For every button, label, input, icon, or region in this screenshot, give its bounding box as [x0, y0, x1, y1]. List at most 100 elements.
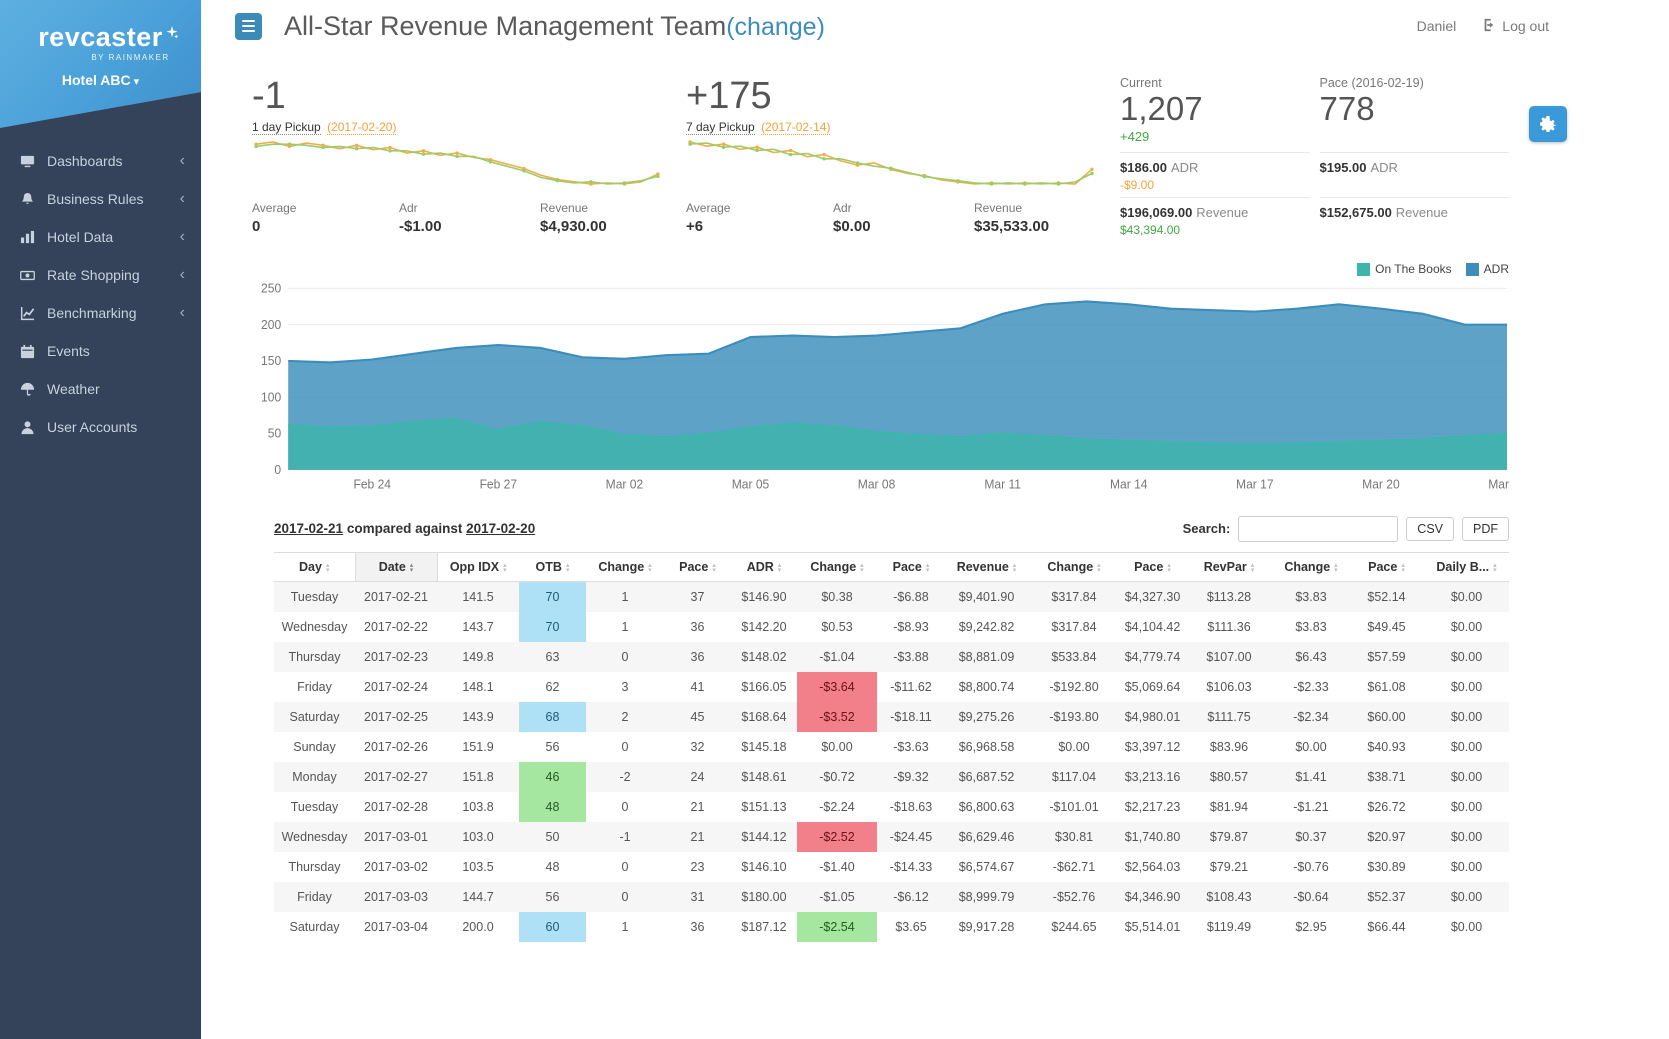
cell-daily_b: $0.00 [1424, 882, 1509, 912]
cell-change_adr: -$1.05 [797, 882, 877, 912]
cell-change_otb: 1 [586, 912, 664, 942]
column-header-pace[interactable]: Pace▴▾ [877, 553, 945, 582]
logout-button[interactable]: Log out [1482, 18, 1549, 35]
pdf-export-button[interactable]: PDF [1462, 517, 1509, 541]
cell-revenue: $8,800.74 [945, 672, 1028, 702]
column-header-change[interactable]: Change▴▾ [1273, 553, 1349, 582]
cell-day: Thursday [274, 642, 355, 672]
cell-date: 2017-02-27 [355, 762, 437, 792]
topbar: All-Star Revenue Management Team(change)… [201, 0, 1669, 52]
legend-adr[interactable]: ADR [1466, 262, 1509, 276]
sort-icon: ▴▾ [1493, 563, 1497, 573]
column-header-date[interactable]: Date▴▾ [355, 553, 437, 582]
hamburger-menu-button[interactable] [235, 13, 262, 40]
logo-block: revcaster by RAINMAKER Hotel ABC▾ [0, 0, 201, 128]
csv-export-button[interactable]: CSV [1406, 517, 1454, 541]
metric-revenue: Revenue $35,533.00 [974, 201, 1049, 235]
cell-pace_otb: 32 [664, 732, 731, 762]
cell-change_rev: -$101.01 [1028, 792, 1120, 822]
cell-pace_adr: -$9.32 [877, 762, 945, 792]
hotel-selector[interactable]: Hotel ABC▾ [0, 72, 201, 88]
column-header-revenue[interactable]: Revenue▴▾ [945, 553, 1028, 582]
search-input[interactable] [1238, 516, 1398, 542]
cell-revpar: $111.36 [1185, 612, 1273, 642]
one-day-pickup-sparkline [252, 138, 662, 188]
compare-date-1[interactable]: 2017-02-21 [274, 521, 343, 536]
cell-revenue: $9,275.26 [945, 702, 1028, 732]
column-header-change[interactable]: Change▴▾ [1028, 553, 1120, 582]
cell-daily_b: $0.00 [1424, 822, 1509, 852]
user-menu[interactable]: Daniel [1417, 18, 1457, 34]
cell-change_adr: -$1.40 [797, 852, 877, 882]
one-day-pickup-label[interactable]: 1 day Pickup [252, 120, 321, 135]
cell-adr: $145.18 [731, 732, 797, 762]
caret-down-icon: ▾ [134, 76, 140, 88]
seven-day-pickup-label[interactable]: 7 day Pickup [686, 120, 755, 135]
column-header-otb[interactable]: OTB▴▾ [519, 553, 586, 582]
sidebar-item-rate-shopping[interactable]: Rate Shopping‹ [0, 256, 201, 294]
change-team-link[interactable]: (change) [726, 13, 825, 41]
cell-date: 2017-02-22 [355, 612, 437, 642]
cell-otb: 56 [519, 732, 586, 762]
seven-day-pickup-date[interactable]: (2017-02-14) [761, 120, 830, 135]
cell-pace_otb: 21 [664, 822, 731, 852]
column-header-revpar[interactable]: RevPar▴▾ [1185, 553, 1273, 582]
cell-change_revpar: -$2.33 [1273, 672, 1349, 702]
svg-text:Feb 24: Feb 24 [353, 477, 391, 491]
column-header-daily-b[interactable]: Daily B...▴▾ [1424, 553, 1509, 582]
cell-pace_revpar: $52.14 [1349, 582, 1424, 613]
sidebar-item-weather[interactable]: Weather [0, 370, 201, 408]
column-header-adr[interactable]: ADR▴▾ [731, 553, 797, 582]
table-row: Thursday2017-02-23149.863036$148.02-$1.0… [274, 642, 1509, 672]
cell-pace_adr: -$18.11 [877, 702, 945, 732]
otb-adr-area-chart[interactable]: 050100150200250Feb 24Feb 27Mar 02Mar 05M… [252, 280, 1509, 495]
sidebar-item-hotel-data[interactable]: Hotel Data‹ [0, 218, 201, 256]
cell-otb: 46 [519, 762, 586, 792]
sidebar-item-benchmarking[interactable]: Benchmarking‹ [0, 294, 201, 332]
settings-gear-button[interactable] [1529, 106, 1567, 142]
cell-change_revpar: -$0.76 [1273, 852, 1349, 882]
cell-pace_rev: $5,514.01 [1120, 912, 1185, 942]
table-row: Saturday2017-03-04200.060136$187.12-$2.5… [274, 912, 1509, 942]
comparison-table-section: 2017-02-21 compared against 2017-02-20 S… [252, 521, 1509, 942]
svg-text:Mar 02: Mar 02 [606, 477, 644, 491]
stats-row: -1 1 day Pickup (2017-02-20) Average 0 A… [252, 76, 1509, 242]
sidebar-item-business-rules[interactable]: Business Rules‹ [0, 180, 201, 218]
cell-pace_otb: 21 [664, 792, 731, 822]
svg-text:Mar 08: Mar 08 [858, 477, 896, 491]
sidebar-item-events[interactable]: Events [0, 332, 201, 370]
adr-swatch-icon [1466, 263, 1479, 276]
cell-pace_adr: $3.65 [877, 912, 945, 942]
cell-otb: 56 [519, 882, 586, 912]
cell-opp_idx: 143.7 [437, 612, 519, 642]
dashboard-icon [16, 154, 38, 169]
sidebar-item-user-accounts[interactable]: User Accounts [0, 408, 201, 446]
cell-adr: $144.12 [731, 822, 797, 852]
cell-change_adr: -$2.52 [797, 822, 877, 852]
one-day-pickup-date[interactable]: (2017-02-20) [327, 120, 396, 135]
legend-on-the-books[interactable]: On The Books [1357, 262, 1452, 276]
cell-change_otb: 0 [586, 792, 664, 822]
column-header-pace[interactable]: Pace▴▾ [1349, 553, 1424, 582]
compare-date-2[interactable]: 2017-02-20 [466, 521, 535, 536]
current-revenue: $196,069.00Revenue $43,394.00 [1120, 197, 1310, 242]
column-header-opp-idx[interactable]: Opp IDX▴▾ [437, 553, 519, 582]
column-header-change[interactable]: Change▴▾ [586, 553, 664, 582]
cell-pace_adr: -$8.93 [877, 612, 945, 642]
cell-daily_b: $0.00 [1424, 732, 1509, 762]
sidebar-item-label: Hotel Data [47, 229, 180, 245]
column-header-change[interactable]: Change▴▾ [797, 553, 877, 582]
metric-adr: Adr -$1.00 [399, 201, 540, 235]
column-header-pace[interactable]: Pace▴▾ [1120, 553, 1185, 582]
cell-pace_rev: $4,104.42 [1120, 612, 1185, 642]
column-header-pace[interactable]: Pace▴▾ [664, 553, 731, 582]
cell-day: Tuesday [274, 792, 355, 822]
cell-change_otb: 2 [586, 702, 664, 732]
cell-change_rev: -$192.80 [1028, 672, 1120, 702]
column-header-day[interactable]: Day▴▾ [274, 553, 355, 582]
cell-change_rev: $317.84 [1028, 582, 1120, 613]
cell-pace_adr: -$3.63 [877, 732, 945, 762]
sidebar-item-dashboards[interactable]: Dashboards‹ [0, 142, 201, 180]
otb-adr-chart-section: On The Books ADR 050100150200250Feb 24Fe… [252, 262, 1509, 495]
cell-revpar: $108.43 [1185, 882, 1273, 912]
